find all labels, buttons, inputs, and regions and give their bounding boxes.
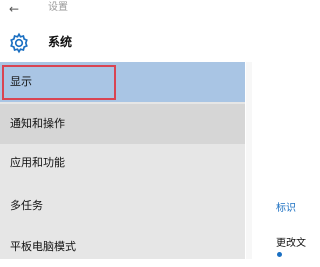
title-bar: ← 设置 bbox=[0, 0, 306, 22]
sidebar-item-label: 多任务 bbox=[10, 199, 43, 212]
back-button[interactable]: ← bbox=[9, 0, 31, 18]
content-link[interactable]: 标识 bbox=[276, 199, 296, 214]
sidebar-item-tablet-mode[interactable]: 平板电脑模式 bbox=[0, 227, 245, 267]
gear-icon bbox=[10, 32, 28, 54]
sidebar-item-label: 平板电脑模式 bbox=[10, 240, 76, 253]
highlight-annotation-box bbox=[2, 65, 116, 100]
sidebar-item-multitasking[interactable]: 多任务 bbox=[0, 186, 245, 226]
content-pane bbox=[245, 62, 306, 259]
slider-thumb[interactable] bbox=[277, 252, 282, 257]
back-arrow-icon: ← bbox=[9, 2, 20, 16]
page-title: 系统 bbox=[48, 35, 73, 49]
page-header: 系统 bbox=[0, 22, 306, 62]
content-text: 更改文 bbox=[276, 238, 306, 249]
sidebar-item-label: 应用和功能 bbox=[10, 156, 65, 169]
sidebar-item-notifications[interactable]: 通知和操作 bbox=[0, 104, 245, 144]
window-title: 设置 bbox=[48, 2, 68, 13]
sidebar-item-label: 通知和操作 bbox=[10, 117, 65, 130]
sidebar-item-apps-features[interactable]: 应用和功能 bbox=[0, 143, 245, 183]
scrollbar[interactable] bbox=[246, 62, 252, 259]
